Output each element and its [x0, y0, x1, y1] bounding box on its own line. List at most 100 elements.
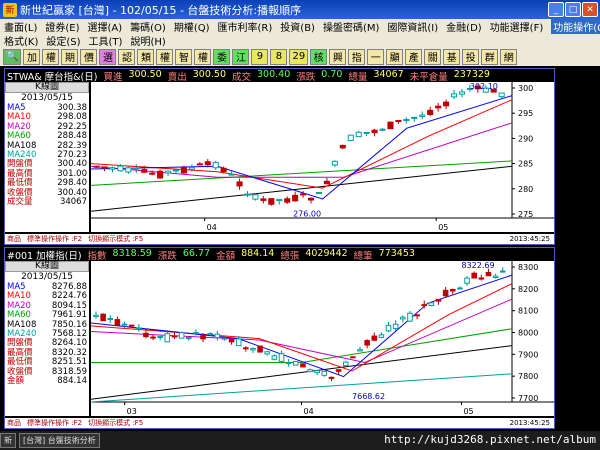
menu-item[interactable]: 工具(T): [89, 33, 123, 48]
candle-body: [414, 314, 420, 317]
taskbar-item[interactable]: [台灣] 台盤技術分析: [19, 433, 100, 448]
candle-body: [478, 277, 485, 280]
toolbar-button[interactable]: 群: [481, 48, 499, 65]
toolbar-button[interactable]: 顯: [386, 48, 404, 65]
watermark-url: http://kujd3268.pixnet.net/album: [384, 433, 596, 446]
candle-body: [379, 128, 386, 131]
candle-body: [314, 370, 320, 374]
candle-body: [307, 197, 315, 201]
toolbar-button[interactable]: 投: [462, 48, 480, 65]
toolbar-button[interactable]: 選: [99, 48, 117, 65]
header-field: 300.50: [128, 69, 162, 80]
menu-item[interactable]: 金融(D): [446, 19, 482, 34]
toolbar-button[interactable]: 權: [194, 48, 212, 65]
toolbar-button[interactable]: 基: [443, 48, 461, 65]
toolbar-button[interactable]: 加: [23, 48, 41, 65]
toolbar-button[interactable]: 認: [118, 48, 136, 65]
search-icon[interactable]: 🔍: [3, 48, 22, 65]
candle-body: [164, 333, 171, 343]
toolbar-button[interactable]: 權: [156, 48, 174, 65]
toolbar-button[interactable]: 產: [405, 48, 423, 65]
toolbar-button[interactable]: 關: [424, 48, 442, 65]
toolbar-button[interactable]: 期: [61, 48, 79, 65]
candle-body: [172, 169, 180, 172]
header-field: 成交: [232, 72, 252, 83]
y-tick-label: 290: [518, 134, 533, 143]
candle-body: [107, 318, 114, 321]
header-field: 4029442: [305, 248, 348, 259]
y-tick-label: 300: [518, 84, 533, 93]
menu-item[interactable]: 功能選擇(F): [490, 19, 544, 34]
toolbar-button[interactable]: 類: [137, 48, 155, 65]
high-label: 302.10: [470, 82, 498, 91]
candle-body: [339, 144, 346, 149]
menu-item[interactable]: 操盤密碼(M): [323, 19, 379, 34]
candle-body: [427, 109, 434, 115]
candle-body: [243, 347, 249, 350]
candle-body: [285, 362, 292, 365]
toolbar-button[interactable]: 價: [80, 48, 98, 65]
toolbar-button[interactable]: 一: [367, 48, 385, 65]
maximize-button[interactable]: □: [565, 2, 581, 17]
menu-item[interactable]: 籌碼(O): [130, 19, 166, 34]
menu-item[interactable]: 選擇(A): [88, 19, 123, 34]
candle-body: [350, 356, 356, 359]
candle-body: [485, 272, 492, 277]
candle-body: [214, 333, 221, 339]
menu-item[interactable]: 投資(B): [280, 19, 315, 34]
menu-item[interactable]: 說明(H): [130, 33, 165, 48]
candle-body: [125, 167, 132, 173]
toolbar-button[interactable]: 29: [289, 48, 309, 65]
candle-body: [307, 369, 313, 373]
toolbar-button[interactable]: 核: [310, 48, 328, 65]
kline-button[interactable]: K線圖: [5, 261, 89, 272]
toolbar-button[interactable]: 委: [213, 48, 231, 65]
close-button[interactable]: ✕: [582, 2, 598, 17]
menu-item[interactable]: 畫面(L): [4, 19, 37, 34]
candle-body: [220, 167, 227, 173]
header-field: 34067: [373, 69, 404, 80]
taskbar-item[interactable]: 新: [0, 433, 16, 448]
menu-item[interactable]: 匯市利率(R): [218, 19, 273, 34]
toolbar-button[interactable]: 9: [251, 48, 269, 65]
candle-body: [252, 194, 259, 200]
toolbar-button[interactable]: 權: [42, 48, 60, 65]
status-item: 標準操作操作 :F2: [27, 419, 83, 427]
menu-item[interactable]: 證券(E): [45, 19, 79, 34]
candlestick-chart-1[interactable]: 30029529028528027504 05302.10276.00: [91, 82, 554, 232]
candle-body: [196, 163, 203, 166]
menu-item[interactable]: 設定(S): [46, 33, 80, 48]
candlestick-chart-2[interactable]: 830082008100800079007800770003 04 058322.6…: [91, 261, 554, 416]
x-tick-label: 05: [438, 223, 448, 232]
candle-body: [268, 198, 275, 205]
toolbar-button[interactable]: 江: [232, 48, 250, 65]
indicator-value: 34067: [59, 196, 87, 207]
menu-item[interactable]: 格式(K): [4, 33, 38, 48]
menu-item[interactable]: 國際資訊(I): [387, 19, 438, 34]
candle-body: [228, 173, 235, 176]
indicator-value: 884.14: [57, 375, 87, 386]
minimize-button[interactable]: _: [548, 2, 564, 17]
candle-body: [157, 170, 164, 179]
toolbar-button[interactable]: 網: [500, 48, 518, 65]
status-item: 商品: [7, 235, 21, 243]
title-bar: 新 新世紀贏家 [台灣] - 102/05/15 - 台盤技術分析:播報順序 _…: [0, 0, 600, 19]
candle-body: [371, 335, 378, 341]
candle-body: [428, 302, 435, 306]
toolbar-button[interactable]: 8: [270, 48, 288, 65]
toolbar-button[interactable]: 指: [348, 48, 366, 65]
candle-body: [236, 181, 243, 187]
toolbar-button[interactable]: 興: [329, 48, 347, 65]
toolbar-button[interactable]: 智: [175, 48, 193, 65]
panel-1-sidebar: K線圖 2013/05/15 MA5 300.38 MA10 298.08 MA20 29…: [5, 82, 89, 232]
kline-button[interactable]: K線圖: [5, 82, 89, 93]
candle-body: [185, 337, 192, 340]
menu-item[interactable]: 期權(Q): [174, 19, 210, 34]
panel-2-header: #001 加權指(日) 指數 8318.59 漲跌 66.77 金額 884.14 總張 402…: [5, 248, 554, 262]
y-tick-label: 280: [518, 185, 533, 194]
window-title: 新世紀贏家 [台灣] - 102/05/15 - 台盤技術分析:播報順序: [20, 3, 302, 17]
panel-1-status: 商品 標準操作操作 :F2 切換顯示模式 :F5 2013:45:25: [5, 234, 554, 244]
menu-item-active[interactable]: 功能操作(C): [551, 18, 600, 34]
candle-body: [347, 134, 354, 142]
x-tick-label: 05: [463, 407, 473, 416]
